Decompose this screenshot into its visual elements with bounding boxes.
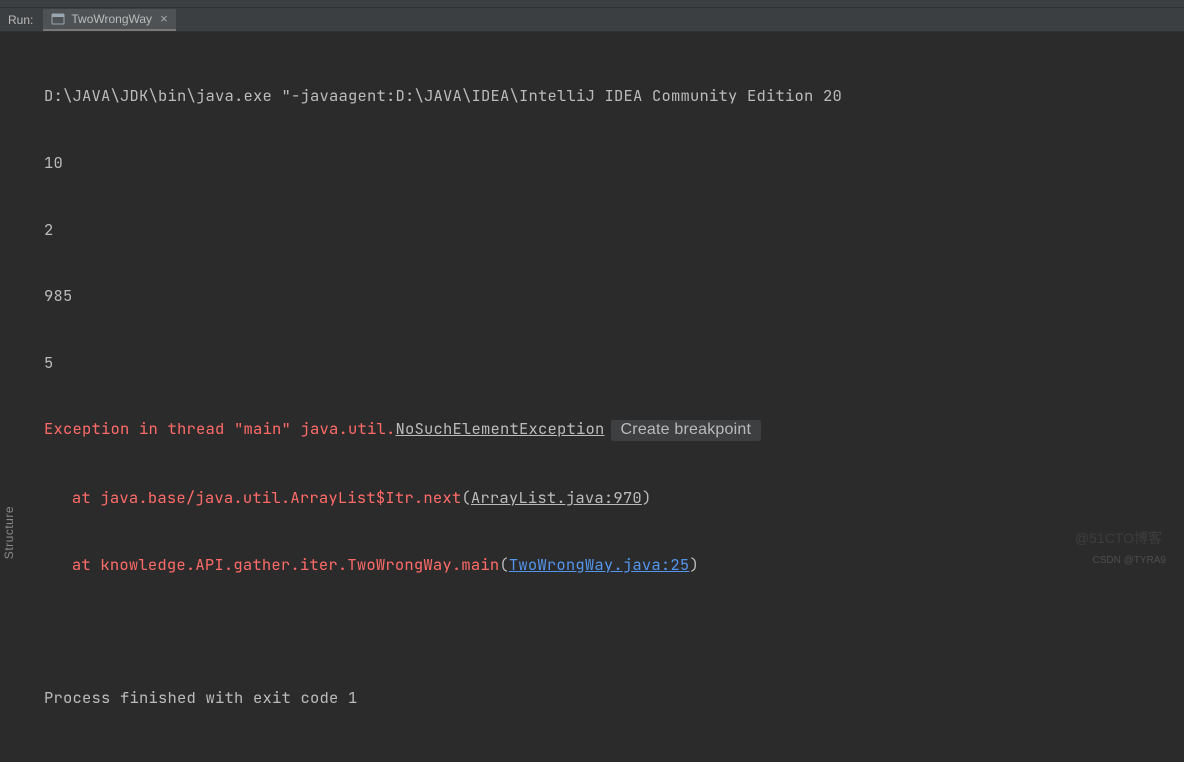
- create-breakpoint-button[interactable]: Create breakpoint: [611, 420, 762, 441]
- command-line: D:\JAVA\JDK\bin\java.exe "-javaagent:D:\…: [44, 79, 1160, 112]
- stack-trace-line: at java.base/java.util.ArrayList$Itr.nex…: [44, 481, 1160, 514]
- blank-line: [44, 614, 1160, 647]
- source-link[interactable]: TwoWrongWay.java:25: [509, 554, 690, 575]
- output-line: 5: [44, 346, 1160, 379]
- paren-close: ): [642, 487, 652, 508]
- output-line: 10: [44, 146, 1160, 179]
- output-line: 2: [44, 213, 1160, 246]
- run-config-tab[interactable]: TwoWrongWay ×: [43, 9, 175, 31]
- exception-prefix: Exception in thread "main" java.util.: [44, 418, 396, 439]
- application-icon: [51, 12, 65, 26]
- tab-name: TwoWrongWay: [71, 12, 152, 26]
- source-link[interactable]: ArrayList.java:970: [471, 487, 642, 508]
- paren-open: (: [461, 487, 471, 508]
- exit-code-line: Process finished with exit code 1: [44, 681, 1160, 714]
- exception-class-link[interactable]: NoSuchElementException: [396, 418, 605, 439]
- run-tab-bar: Run: TwoWrongWay ×: [0, 8, 1184, 32]
- watermark: CSDN @TYRA9: [1093, 555, 1167, 566]
- watermark: @51CTO博客: [1075, 528, 1162, 548]
- close-tab-icon[interactable]: ×: [160, 11, 168, 26]
- run-label: Run:: [8, 13, 33, 27]
- window-top-strip: [0, 0, 1184, 8]
- paren-open: (: [499, 554, 509, 575]
- structure-tool-button[interactable]: Structure: [2, 506, 16, 559]
- trace-prefix: at java.base/java.util.ArrayList$Itr.nex…: [72, 487, 462, 508]
- paren-close: ): [689, 554, 699, 575]
- output-line: 985: [44, 279, 1160, 312]
- console-output[interactable]: D:\JAVA\JDK\bin\java.exe "-javaagent:D:\…: [0, 32, 1184, 762]
- trace-prefix: at knowledge.API.gather.iter.TwoWrongWay…: [72, 554, 500, 575]
- exception-line: Exception in thread "main" java.util.NoS…: [44, 412, 1160, 447]
- stack-trace-line: at knowledge.API.gather.iter.TwoWrongWay…: [44, 548, 1160, 581]
